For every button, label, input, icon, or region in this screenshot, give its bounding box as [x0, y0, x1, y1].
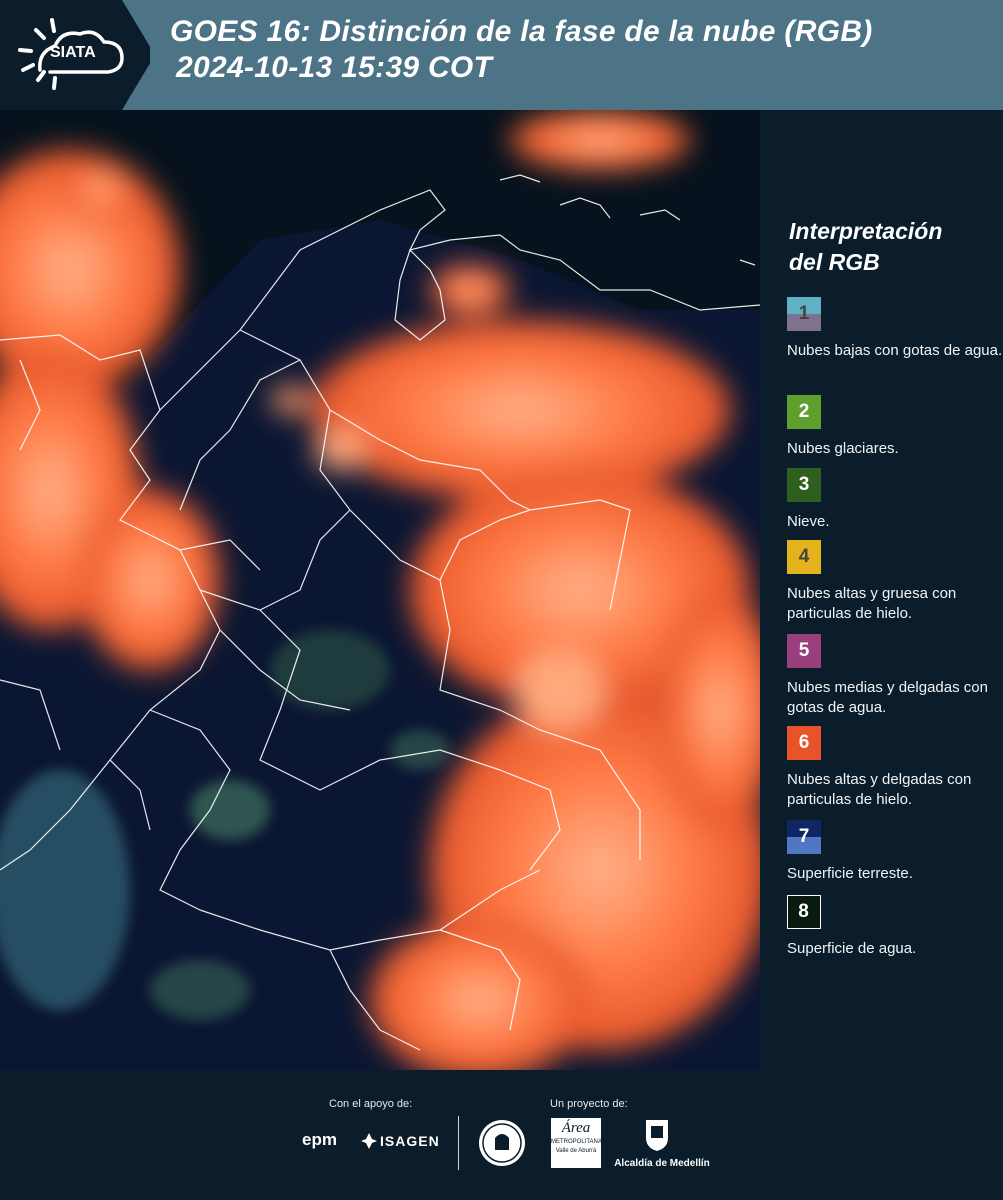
legend-label-4: Nubes altas y gruesa con particulas de h…	[787, 585, 957, 622]
isagen-text: ISAGEN	[380, 1133, 440, 1149]
alcaldia-logo: Alcaldía de Medellín	[612, 1116, 712, 1174]
area-metropolitana-logo: Área METROPOLITANA Valle de Aburrá	[551, 1118, 602, 1168]
siata-logo: SIATA	[0, 0, 150, 110]
legend-label-2: Nubes glaciares.	[787, 440, 899, 457]
legend-swatch-8: 8	[787, 895, 821, 929]
legend-label-5: Nubes medias y delgadas con gotas de agu…	[787, 679, 988, 716]
legend-item-2: 2 Nubes glaciares.	[787, 395, 1003, 459]
legend-label-8: Superficie de agua.	[787, 940, 917, 957]
legend-label-7: Superficie terreste.	[787, 865, 913, 882]
legend-swatch-4: 4	[787, 540, 821, 574]
logo-text: SIATA	[50, 44, 96, 61]
page-title: GOES 16: Distinción de la fase de la nub…	[170, 14, 873, 86]
legend-label-6: Nubes altas y delgadas con particulas de…	[787, 771, 972, 808]
legend-item-6: 6 Nubes altas y delgadas con particulas …	[787, 726, 1003, 810]
legend-swatch-5: 5	[787, 634, 821, 668]
legend-swatch-1: 1	[787, 297, 821, 331]
seal-logo	[477, 1118, 527, 1173]
legend-item-7: 7 Superficie terreste.	[787, 820, 1003, 884]
epm-logo: epm	[302, 1130, 337, 1149]
title-line-2: 2024-10-13 15:39 COT	[176, 51, 493, 84]
legend-item-4: 4 Nubes altas y gruesa con particulas de…	[787, 540, 1003, 624]
footer: Con el apoyo de: Un proyecto de: epm ISA…	[0, 1070, 1003, 1200]
coat-of-arms-icon	[646, 1120, 668, 1151]
legend-item-5: 5 Nubes medias y delgadas con gotas de a…	[787, 634, 1003, 718]
satellite-map[interactable]	[0, 110, 760, 1070]
legend-label-3: Nieve.	[787, 513, 830, 530]
legend-title: Interpretación del RGB	[789, 218, 943, 275]
isagen-icon	[361, 1133, 377, 1149]
seal-icon	[479, 1120, 525, 1166]
legend-item-8: 8 Superficie de agua.	[787, 895, 1003, 959]
legend-item-3: 3 Nieve.	[787, 468, 1003, 532]
legend-item-1: 1 Nubes bajas con gotas de agua.	[787, 297, 1003, 361]
legend-panel: Interpretación del RGB 1 Nubes bajas con…	[760, 110, 1003, 1070]
legend-swatch-6: 6	[787, 726, 821, 760]
legend-swatch-2: 2	[787, 395, 821, 429]
legend-label-1: Nubes bajas con gotas de agua.	[787, 342, 1003, 359]
legend-swatch-7: 7	[787, 820, 821, 854]
project-label: Un proyecto de:	[550, 1098, 628, 1110]
title-line-1: GOES 16: Distinción de la fase de la nub…	[170, 15, 873, 48]
header: SIATA GOES 16: Distinción de la fase de …	[0, 0, 1003, 110]
footer-divider	[458, 1116, 459, 1170]
support-label: Con el apoyo de:	[329, 1098, 413, 1110]
legend-swatch-3: 3	[787, 468, 821, 502]
